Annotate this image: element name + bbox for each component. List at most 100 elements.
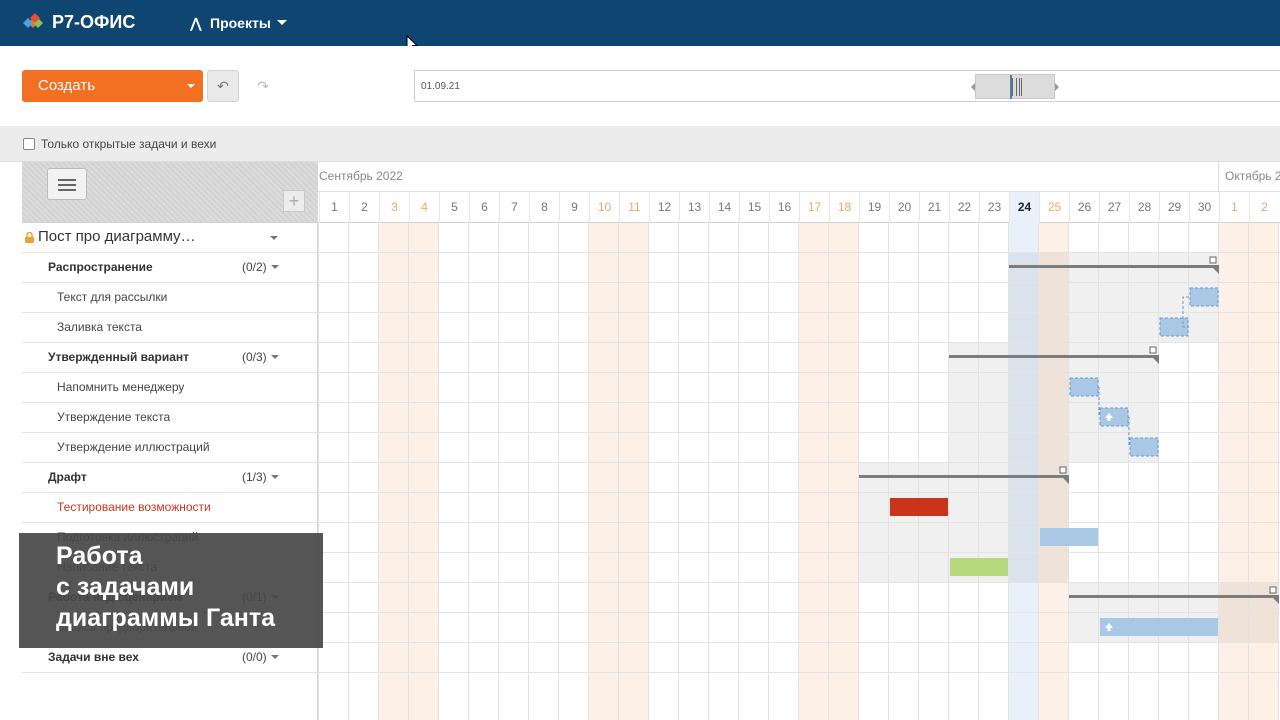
gantt-grid[interactable] <box>318 223 1280 720</box>
milestone-row[interactable]: Распространение (0/2) <box>22 253 318 283</box>
task-bar <box>1099 407 1129 427</box>
day-label: 7 <box>499 192 529 223</box>
day-label: 25 <box>1039 192 1069 223</box>
chevron-down-icon <box>276 20 287 25</box>
task-row[interactable]: Текст для рассылки <box>22 283 318 313</box>
task-count: (0/0) <box>242 650 267 664</box>
weekend-column <box>589 223 619 720</box>
weekend-column <box>1219 223 1249 720</box>
day-label: 29 <box>1159 192 1189 223</box>
grip-icon <box>1012 78 1022 96</box>
chevron-down-icon[interactable] <box>271 475 279 479</box>
weekend-column <box>619 223 649 720</box>
filter-bar: Только открытые задачи и вехи <box>0 126 1280 162</box>
task-row[interactable]: Утверждение иллюстраций <box>22 433 318 463</box>
weekend-column <box>379 223 409 720</box>
day-label: 27 <box>1099 192 1129 223</box>
milestone-flag-icon <box>1209 256 1217 264</box>
create-button[interactable]: Создать <box>22 70 203 102</box>
row-name[interactable]: Заливка текста <box>57 320 142 334</box>
row-name[interactable]: Задачи вне вех <box>48 650 139 664</box>
chevron-down-icon[interactable] <box>270 236 278 240</box>
task-bar <box>1069 377 1099 397</box>
day-label: 6 <box>469 192 499 223</box>
row-name[interactable]: Напомнить менеджеру <box>57 380 184 394</box>
weekend-column <box>1249 223 1279 720</box>
timeline-scale-slider[interactable]: 01.09.21 <box>414 70 1280 102</box>
row-name[interactable]: Текст для рассылки <box>57 290 167 304</box>
day-label: 1 <box>1219 192 1249 223</box>
day-label: 21 <box>919 192 949 223</box>
row-name[interactable]: Распространение <box>48 260 153 274</box>
redo-icon: ↷ <box>257 78 269 94</box>
milestone-bar <box>1009 265 1219 268</box>
day-label: 22 <box>949 192 979 223</box>
create-label: Создать <box>38 77 96 94</box>
row-name[interactable]: Драфт <box>48 470 87 484</box>
row-name[interactable]: Утверждение текста <box>57 410 170 424</box>
milestone-bar <box>859 475 1069 478</box>
add-button[interactable]: + <box>283 190 305 212</box>
row-name[interactable]: Утвержденный вариант <box>48 350 189 364</box>
day-label: 14 <box>709 192 739 223</box>
day-label: 8 <box>529 192 559 223</box>
task-count: (0/2) <box>242 260 267 274</box>
top-bar: Р7-ОФИС ⋀ Проекты <box>0 0 1280 53</box>
day-label: 2 <box>349 192 379 223</box>
chevron-down-icon[interactable] <box>271 355 279 359</box>
caption-line-1: Работа <box>56 542 143 570</box>
day-label: 4 <box>409 192 439 223</box>
task-row[interactable]: Тестирование возможности <box>22 493 318 523</box>
task-row[interactable]: Утверждение текста <box>22 403 318 433</box>
task-bar <box>890 498 948 516</box>
day-label: 12 <box>649 192 679 223</box>
task-bar <box>1040 528 1098 546</box>
projects-label: Проекты <box>210 15 271 31</box>
only-open-checkbox[interactable] <box>23 138 35 150</box>
milestone-flag-icon <box>1059 466 1067 474</box>
month-separator <box>1218 162 1219 192</box>
task-list-header: + <box>22 162 318 223</box>
day-label: 19 <box>859 192 889 223</box>
milestone-flag-icon <box>1269 586 1277 594</box>
milestone-row[interactable]: Утвержденный вариант (0/3) <box>22 343 318 373</box>
chevron-down-icon[interactable] <box>271 655 279 659</box>
scale-thumb[interactable] <box>971 74 1059 99</box>
projects-menu[interactable]: ⋀ Проекты <box>190 13 287 33</box>
scale-start-date: 01.09.21 <box>421 81 460 92</box>
day-label: 23 <box>979 192 1009 223</box>
day-label: 28 <box>1129 192 1159 223</box>
milestone-bar <box>1069 595 1279 598</box>
day-label: 11 <box>619 192 649 223</box>
day-label: 30 <box>1189 192 1219 223</box>
day-label: 13 <box>679 192 709 223</box>
menu-button[interactable] <box>47 168 87 200</box>
row-name[interactable]: Пост про диаграмму… <box>38 228 196 245</box>
task-count: (0/3) <box>242 350 267 364</box>
day-label: 2 <box>1249 192 1279 223</box>
task-row[interactable]: Заливка текста <box>22 313 318 343</box>
arrow-left-icon <box>971 83 975 91</box>
task-bar <box>1129 437 1159 457</box>
only-open-label[interactable]: Только открытые задачи и вехи <box>41 137 216 151</box>
milestone-row[interactable]: Драфт (1/3) <box>22 463 318 493</box>
day-label: 10 <box>589 192 619 223</box>
redo-button[interactable]: ↷ <box>247 70 279 102</box>
project-row[interactable]: Пост про диаграмму… <box>22 223 318 253</box>
row-name[interactable]: Утверждение иллюстраций <box>57 440 210 454</box>
menu-icon-line <box>58 189 76 191</box>
weekend-column <box>409 223 439 720</box>
video-caption: Работа с задачами диаграммы Ганта <box>19 533 323 648</box>
month-label: Октябрь 2022 <box>1225 169 1280 183</box>
day-label: 16 <box>769 192 799 223</box>
milestone-flag-icon <box>1149 346 1157 354</box>
undo-icon: ↶ <box>217 78 229 94</box>
gantt-chart[interactable]: Сентябрь 2022Октябрь 2022 12345678910111… <box>318 162 1280 720</box>
task-row[interactable]: Напомнить менеджеру <box>22 373 318 403</box>
plus-icon: + <box>288 191 300 211</box>
menu-icon <box>58 179 76 181</box>
row-name[interactable]: Тестирование возможности <box>57 500 211 514</box>
lock-icon <box>25 232 34 243</box>
undo-button[interactable]: ↶ <box>207 70 239 102</box>
chevron-down-icon[interactable] <box>271 265 279 269</box>
